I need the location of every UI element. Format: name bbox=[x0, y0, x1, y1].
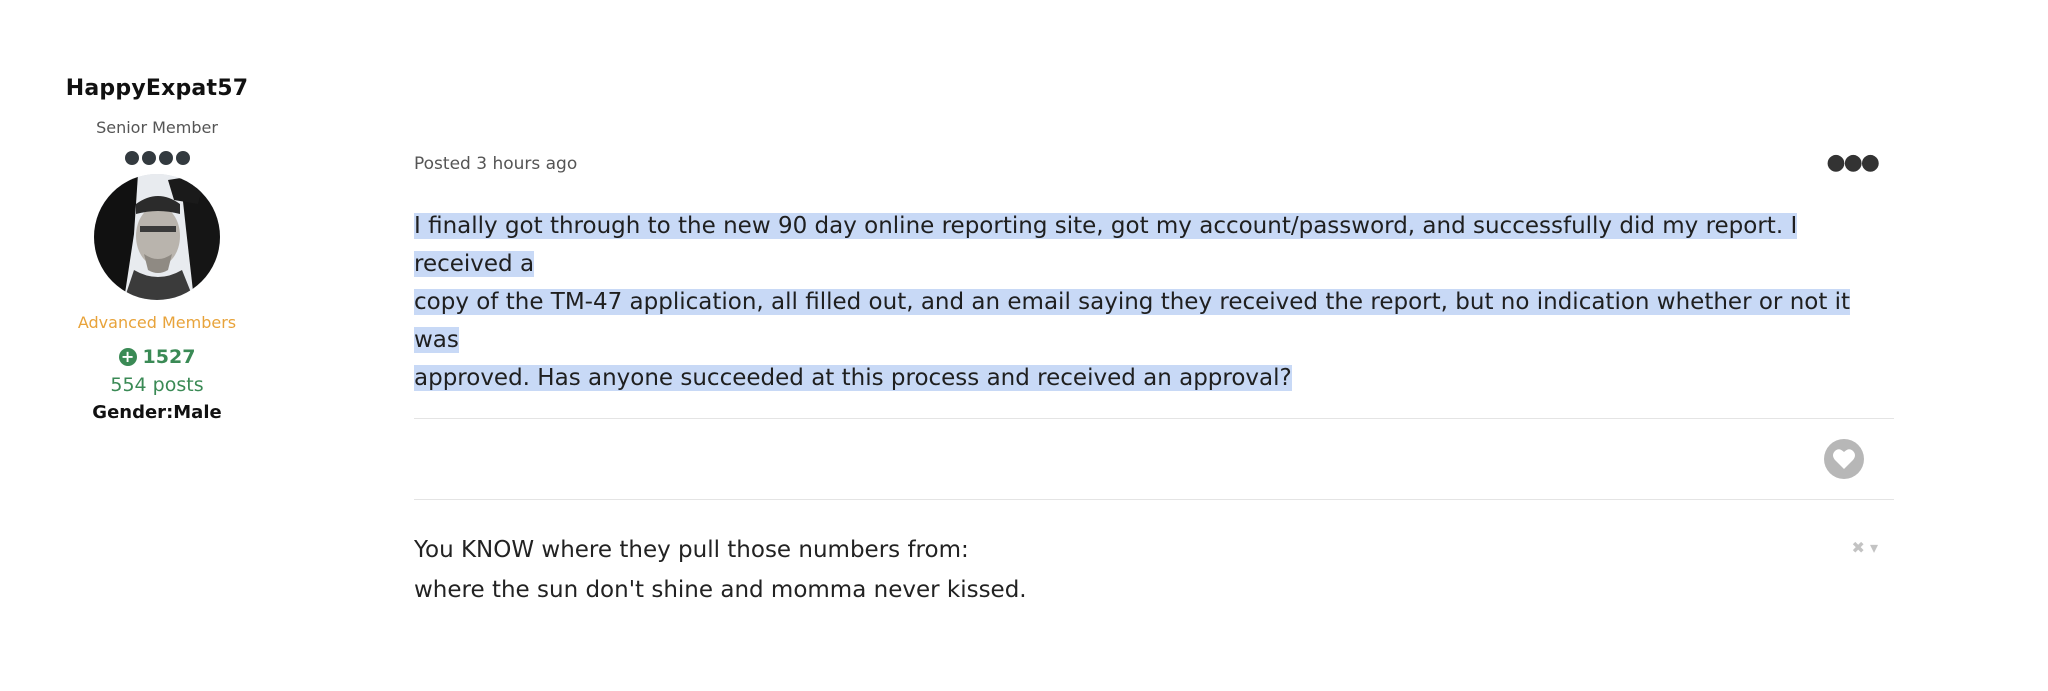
like-button[interactable] bbox=[1824, 439, 1864, 479]
post-content: Posted 3 hours ago ●●● I finally got thr… bbox=[414, 150, 1894, 610]
rank-pip bbox=[124, 151, 139, 165]
signature-toggle[interactable]: ✖ ▾ bbox=[1851, 528, 1878, 568]
rank-pip bbox=[158, 151, 173, 165]
ellipsis-icon[interactable]: ●●● bbox=[1826, 150, 1880, 175]
avatar[interactable] bbox=[94, 174, 220, 300]
post-count[interactable]: 554 posts bbox=[60, 374, 254, 396]
post-meta: Posted 3 hours ago ●●● bbox=[414, 150, 1894, 180]
signature-line: where the sun don't shine and momma neve… bbox=[414, 577, 1027, 603]
author-gender: Gender:Male bbox=[92, 402, 222, 423]
post-body: I finally got through to the new 90 day … bbox=[414, 207, 1894, 397]
post-body-line: I finally got through to the new 90 day … bbox=[414, 213, 1798, 277]
heart-icon bbox=[1833, 449, 1855, 469]
rank-pip bbox=[141, 151, 156, 165]
author-rank: Senior Member bbox=[96, 118, 218, 137]
reputation-value: 1527 bbox=[142, 346, 196, 368]
reaction-row bbox=[414, 419, 1894, 499]
rank-pips bbox=[60, 151, 254, 165]
signature: ✖ ▾ You KNOW where they pull those numbe… bbox=[414, 530, 1894, 610]
author-panel: HappyExpat57 Senior Member Advanced Memb… bbox=[60, 76, 254, 423]
plus-circle-icon: + bbox=[118, 348, 137, 366]
post-body-line: copy of the TM-47 application, all fille… bbox=[414, 289, 1851, 353]
divider bbox=[414, 499, 1894, 500]
reputation-badge[interactable]: + 1527 bbox=[118, 346, 196, 368]
author-name[interactable]: HappyExpat57 bbox=[60, 76, 254, 101]
rank-pip bbox=[175, 151, 190, 165]
posted-time[interactable]: Posted 3 hours ago bbox=[414, 154, 577, 174]
signature-line: You KNOW where they pull those numbers f… bbox=[414, 537, 969, 563]
author-group[interactable]: Advanced Members bbox=[60, 313, 254, 332]
avatar-image bbox=[94, 174, 220, 300]
post-body-line: approved. Has anyone succeeded at this p… bbox=[414, 365, 1292, 391]
